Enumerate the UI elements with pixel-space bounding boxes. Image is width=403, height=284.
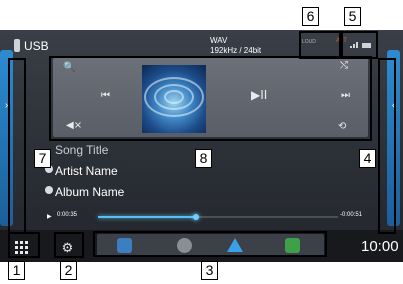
callout-label-6: 6 (302, 7, 319, 26)
callout-frame-5 (341, 31, 378, 59)
progress-knob[interactable] (193, 214, 200, 220)
callout-frame-3 (93, 231, 327, 257)
album-icon (45, 186, 53, 194)
remaining-time: -0:00:51 (340, 212, 363, 218)
source-label: USB (24, 39, 49, 53)
track-info: Song Title Artist Name Album Name (45, 141, 125, 204)
callout-frame-7 (8, 58, 26, 234)
audio-sample-rate: 192kHz / 24bit (210, 46, 262, 55)
clock: 10:00 (361, 238, 399, 255)
callout-label-4: 4 (359, 149, 376, 168)
usb-icon (14, 39, 20, 52)
callout-frame-4 (378, 58, 396, 234)
song-title-row: Song Title (55, 141, 124, 162)
callout-label-5: 5 (344, 7, 361, 26)
callout-label-3: 3 (201, 261, 218, 280)
progress-bar[interactable] (98, 214, 338, 220)
song-title: Song Title (55, 143, 109, 157)
callout-frame-8 (49, 56, 372, 141)
callout-frame-6 (299, 31, 341, 59)
callout-frame-1 (8, 232, 40, 258)
album-row: Album Name (45, 183, 125, 204)
play-state-icon: ▶ (47, 214, 52, 220)
album-name: Album Name (55, 185, 125, 199)
audio-format: WAV (210, 36, 228, 45)
elapsed-time: 0:00:35 (57, 212, 78, 218)
progress-fill (98, 216, 197, 218)
progress-area: ▶ 0:00:35 -0:00:51 (47, 212, 377, 225)
callout-label-1: 1 (8, 261, 25, 280)
artist-name: Artist Name (55, 164, 118, 178)
callout-label-2: 2 (60, 261, 77, 280)
callout-label-8: 8 (195, 149, 212, 168)
artist-row: Artist Name (45, 162, 124, 183)
callout-frame-2 (54, 232, 84, 258)
callout-label-7: 7 (34, 149, 51, 168)
